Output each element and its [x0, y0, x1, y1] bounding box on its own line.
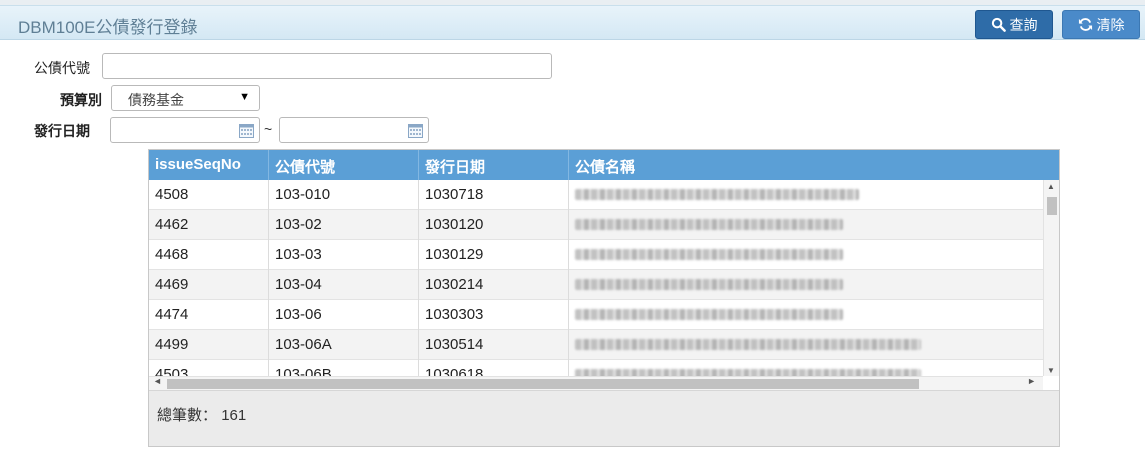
date-from-input[interactable] — [110, 117, 260, 143]
table-row[interactable]: 4462 103-02 1030120 — [149, 210, 1043, 240]
column-header-bond-name[interactable]: 公債名稱 — [569, 150, 1059, 180]
budget-select[interactable]: 債務基金 ▼ — [111, 85, 260, 111]
cell-bond-name — [569, 330, 1043, 360]
cell-issue-date: 1030303 — [419, 300, 569, 330]
column-header-issue-date[interactable]: 發行日期 — [419, 150, 569, 180]
scroll-left-icon[interactable]: ◄ — [153, 376, 162, 386]
budget-label: 預算別 — [60, 92, 102, 108]
horizontal-scroll-thumb[interactable] — [167, 379, 919, 389]
column-header-issue-seq-no[interactable]: issueSeqNo — [149, 150, 269, 180]
cell-issue-seq-no: 4468 — [149, 240, 269, 270]
cell-bond-name — [569, 360, 1043, 376]
cell-bond-name — [569, 270, 1043, 300]
cell-bond-code: 103-010 — [269, 180, 419, 210]
cell-bond-name — [569, 300, 1043, 330]
search-icon — [991, 17, 1006, 32]
date-to-input[interactable] — [279, 117, 429, 143]
redacted-text — [575, 219, 843, 230]
grid-body: 4508 103-010 1030718 4462 103-02 1030120… — [149, 180, 1043, 376]
table-row[interactable]: 4469 103-04 1030214 — [149, 270, 1043, 300]
cell-issue-seq-no: 4474 — [149, 300, 269, 330]
redacted-text — [575, 339, 921, 350]
cell-bond-name — [569, 240, 1043, 270]
grid-header: issueSeqNo 公債代號 發行日期 公債名稱 — [149, 150, 1059, 180]
cell-issue-seq-no: 4499 — [149, 330, 269, 360]
cell-issue-date: 1030618 — [419, 360, 569, 376]
cell-issue-seq-no: 4462 — [149, 210, 269, 240]
total-count: 總筆數： 161 — [157, 404, 246, 425]
bond-code-input[interactable] — [102, 53, 552, 79]
cell-issue-seq-no: 4469 — [149, 270, 269, 300]
scroll-down-icon[interactable]: ▼ — [1047, 366, 1055, 375]
cell-bond-code: 103-06A — [269, 330, 419, 360]
cell-bond-name — [569, 180, 1043, 210]
redacted-text — [575, 189, 859, 200]
cell-bond-code: 103-06 — [269, 300, 419, 330]
table-row[interactable]: 4468 103-03 1030129 — [149, 240, 1043, 270]
calendar-icon[interactable] — [408, 124, 423, 138]
table-row[interactable]: 4499 103-06A 1030514 — [149, 330, 1043, 360]
title-bar: DBM100E公債發行登錄 查詢 清除 — [0, 5, 1145, 40]
redacted-text — [575, 279, 843, 290]
redacted-text — [575, 309, 843, 320]
caret-down-icon: ▼ — [239, 91, 250, 103]
cell-bond-name — [569, 210, 1043, 240]
date-range-separator: ~ — [264, 121, 273, 137]
page-title: DBM100E公債發行登錄 — [18, 18, 198, 37]
table-row[interactable]: 4474 103-06 1030303 — [149, 300, 1043, 330]
bond-grid: issueSeqNo 公債代號 發行日期 公債名稱 4508 103-010 1… — [148, 149, 1060, 447]
refresh-icon — [1078, 18, 1092, 31]
cell-issue-seq-no: 4503 — [149, 360, 269, 376]
column-header-bond-code[interactable]: 公債代號 — [269, 150, 419, 180]
scroll-right-icon[interactable]: ► — [1027, 376, 1036, 386]
redacted-text — [575, 369, 921, 376]
calendar-icon[interactable] — [239, 124, 254, 138]
budget-select-value: 債務基金 — [128, 92, 184, 108]
vertical-scrollbar[interactable]: ▲ ▼ — [1043, 180, 1059, 376]
cell-issue-date: 1030514 — [419, 330, 569, 360]
redacted-text — [575, 249, 843, 260]
clear-button[interactable]: 清除 — [1062, 10, 1140, 39]
issue-date-label: 發行日期 — [34, 123, 90, 139]
query-button[interactable]: 查詢 — [975, 10, 1053, 39]
clear-button-label: 清除 — [1096, 16, 1125, 33]
table-row[interactable]: 4503 103-06B 1030618 — [149, 360, 1043, 376]
cell-issue-date: 1030214 — [419, 270, 569, 300]
horizontal-scrollbar[interactable]: ◄ ► — [149, 376, 1043, 390]
cell-bond-code: 103-03 — [269, 240, 419, 270]
total-value: 161 — [221, 407, 247, 424]
cell-issue-date: 1030129 — [419, 240, 569, 270]
total-label: 總筆數： — [157, 407, 218, 424]
cell-bond-code: 103-04 — [269, 270, 419, 300]
cell-issue-date: 1030718 — [419, 180, 569, 210]
grid-footer: 總筆數： 161 — [149, 390, 1059, 446]
query-button-label: 查詢 — [1009, 16, 1038, 33]
cell-bond-code: 103-02 — [269, 210, 419, 240]
vertical-scroll-thumb[interactable] — [1047, 197, 1057, 215]
cell-bond-code: 103-06B — [269, 360, 419, 376]
cell-issue-date: 1030120 — [419, 210, 569, 240]
bond-code-label: 公債代號 — [34, 60, 90, 76]
cell-issue-seq-no: 4508 — [149, 180, 269, 210]
table-row[interactable]: 4508 103-010 1030718 — [149, 180, 1043, 210]
scroll-up-icon[interactable]: ▲ — [1047, 182, 1055, 191]
